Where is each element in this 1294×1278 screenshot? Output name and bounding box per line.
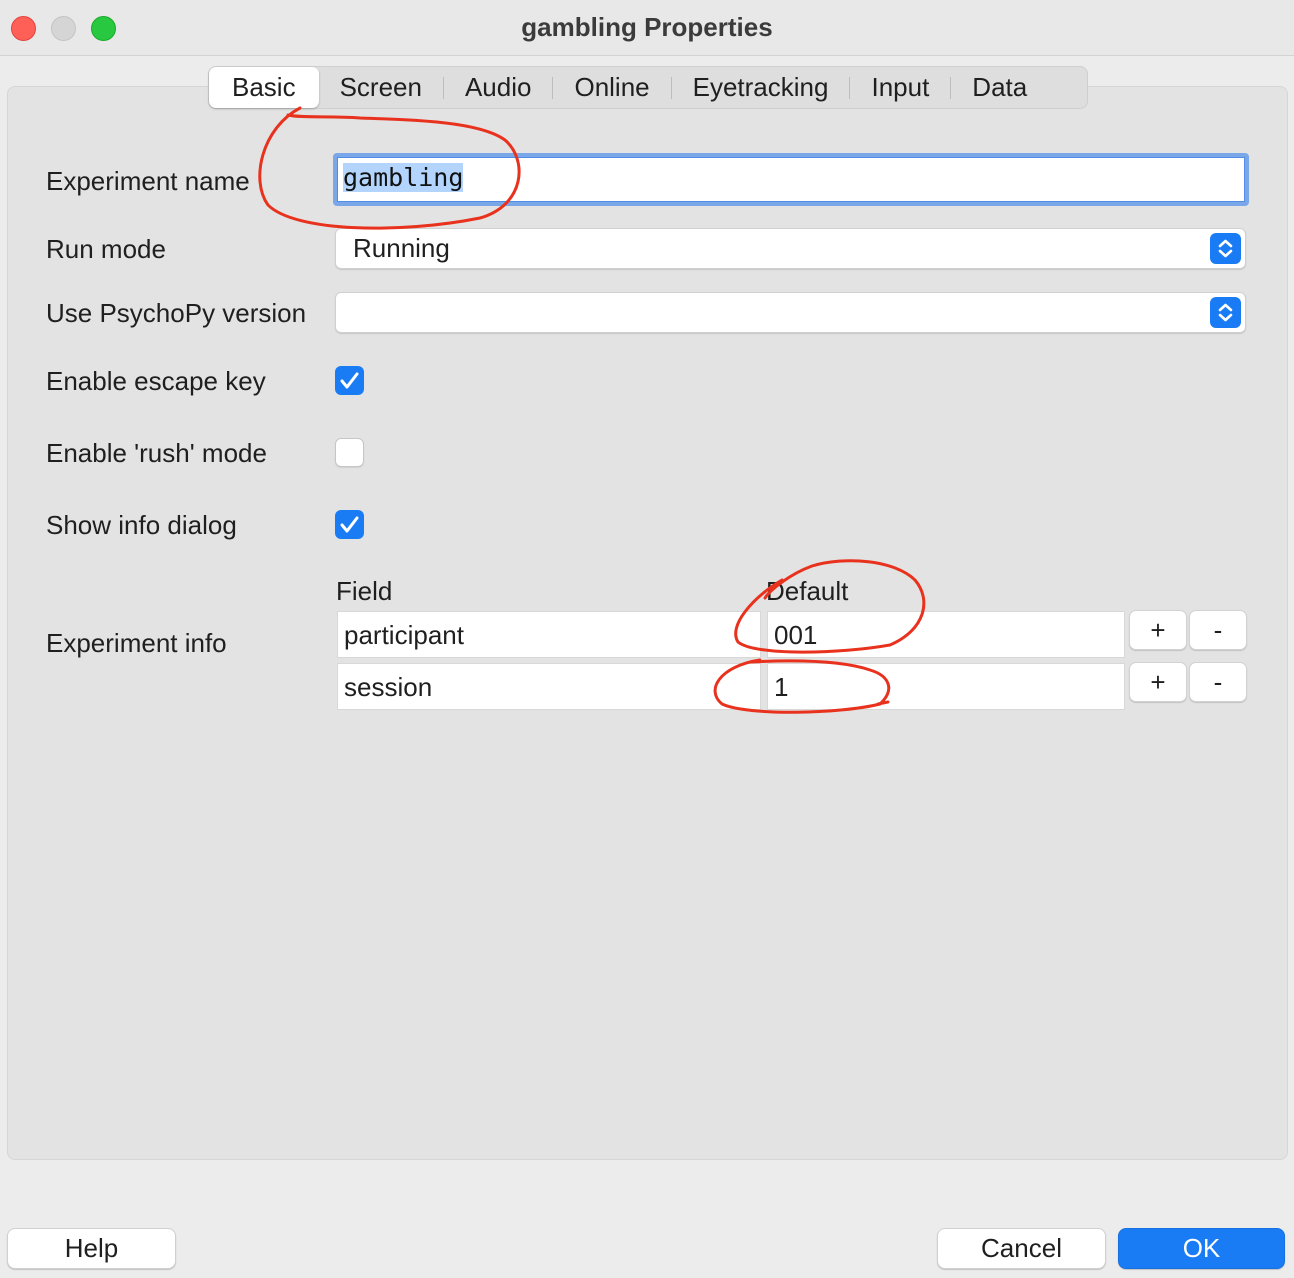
cancel-button[interactable]: Cancel — [937, 1228, 1106, 1269]
properties-dialog: gambling Properties Basic Screen Audio O… — [0, 0, 1294, 1278]
tab-screen[interactable]: Screen — [319, 67, 443, 108]
remove-row-button[interactable]: - — [1189, 610, 1247, 650]
experiment-name-value: gambling — [343, 163, 464, 192]
info-field-cell[interactable]: participant — [337, 611, 761, 658]
tab-eyetracking[interactable]: Eyetracking — [672, 67, 850, 108]
experiment-name-input[interactable]: gambling — [333, 153, 1249, 206]
checkmark-icon — [340, 516, 359, 533]
ok-button[interactable]: OK — [1118, 1228, 1285, 1269]
default-column-header: Default — [766, 576, 849, 606]
tab-input[interactable]: Input — [850, 67, 950, 108]
field-column-header: Field — [336, 576, 393, 606]
experiment-name-label: Experiment name — [46, 166, 250, 196]
tab-basic[interactable]: Basic — [209, 67, 319, 108]
title-bar: gambling Properties — [0, 0, 1294, 56]
tab-online[interactable]: Online — [553, 67, 670, 108]
remove-row-button[interactable]: - — [1189, 662, 1247, 702]
window-title: gambling Properties — [521, 12, 773, 42]
chevron-up-down-icon — [1210, 233, 1241, 264]
info-default-cell[interactable]: 1 — [767, 663, 1125, 710]
escape-key-checkbox[interactable] — [335, 366, 364, 395]
info-dialog-label: Show info dialog — [46, 510, 237, 540]
rush-mode-label: Enable 'rush' mode — [46, 438, 267, 468]
run-mode-label: Run mode — [46, 234, 166, 264]
info-default-cell[interactable]: 001 — [767, 611, 1125, 658]
chevron-up-down-icon — [1210, 297, 1241, 328]
escape-key-label: Enable escape key — [46, 366, 266, 396]
checkmark-icon — [340, 372, 359, 389]
tab-audio[interactable]: Audio — [444, 67, 553, 108]
experiment-info-label: Experiment info — [46, 628, 227, 658]
add-row-button[interactable]: + — [1129, 610, 1187, 650]
psychopy-version-label: Use PsychoPy version — [46, 298, 307, 328]
run-mode-value: Running — [353, 233, 450, 263]
help-button[interactable]: Help — [7, 1228, 176, 1269]
tab-data[interactable]: Data — [951, 67, 1048, 108]
run-mode-select[interactable]: Running — [335, 228, 1246, 269]
info-field-cell[interactable]: session — [337, 663, 761, 710]
psychopy-version-select[interactable] — [335, 292, 1246, 333]
tab-bar: Basic Screen Audio Online Eyetracking In… — [208, 66, 1088, 109]
info-dialog-checkbox[interactable] — [335, 510, 364, 539]
add-row-button[interactable]: + — [1129, 662, 1187, 702]
rush-mode-checkbox[interactable] — [335, 438, 364, 467]
